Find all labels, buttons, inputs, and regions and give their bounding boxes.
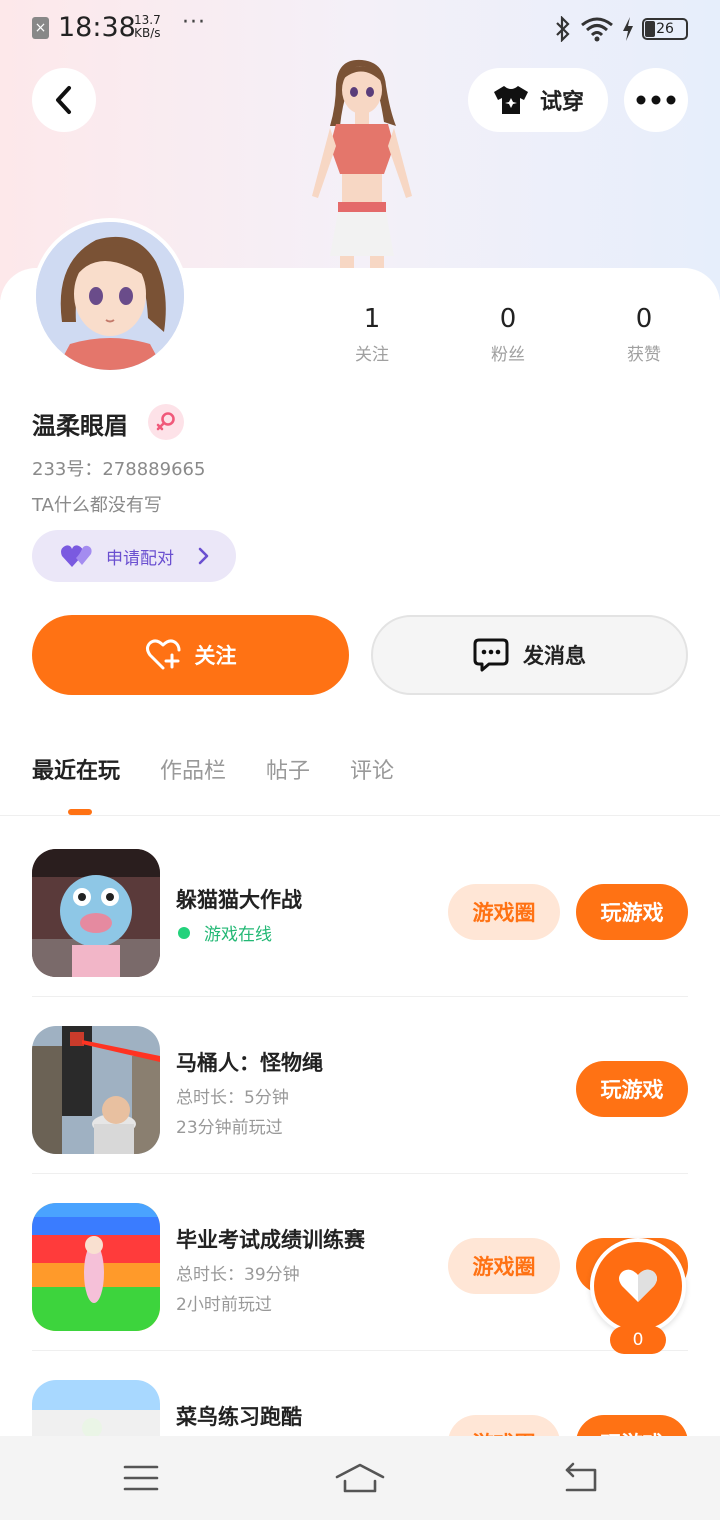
tab-recently-played[interactable]: 最近在玩 xyxy=(32,756,120,796)
back-button[interactable] xyxy=(32,68,96,132)
game-title: 躲猫猫大作战 xyxy=(176,888,302,912)
list-item[interactable]: 躲猫猫大作战 游戏在线 游戏圈 玩游戏 xyxy=(0,820,720,997)
user-id: 233号：278889665 xyxy=(32,459,206,480)
stat-label: 粉丝 xyxy=(491,345,525,365)
game-thumbnail[interactable] xyxy=(32,1203,160,1331)
home-button[interactable] xyxy=(335,1456,385,1500)
game-circle-button[interactable]: 游戏圈 xyxy=(448,1238,560,1294)
avatar[interactable] xyxy=(32,218,188,374)
game-title: 菜鸟练习跑酷 xyxy=(176,1405,302,1429)
system-navigation-bar xyxy=(0,1436,720,1520)
play-duration: 总时长：5分钟 xyxy=(176,1088,289,1108)
tshirt-icon xyxy=(493,86,528,114)
menu-button[interactable] xyxy=(116,1456,166,1500)
menu-icon xyxy=(123,1465,159,1491)
more-dots-icon xyxy=(636,95,676,105)
tabs-divider xyxy=(0,815,720,816)
follow-button[interactable]: 关注 xyxy=(32,615,349,695)
status-time: 18:38 xyxy=(58,12,136,43)
like-count: 0 xyxy=(610,1326,666,1354)
stat-likes[interactable]: 0 获赞 xyxy=(584,302,704,365)
game-thumbnail[interactable] xyxy=(32,849,160,977)
play-game-button[interactable]: 玩游戏 xyxy=(576,884,688,940)
chevron-right-icon xyxy=(198,547,209,565)
status-bar: × 18:38 13.7 KB/s ··· 26 xyxy=(0,0,720,58)
profile-stats: 1 关注 0 粉丝 0 获赞 xyxy=(300,302,720,372)
list-item[interactable]: 马桶人：怪物绳 总时长：5分钟 23分钟前玩过 玩游戏 xyxy=(0,997,720,1174)
stat-number: 1 xyxy=(363,304,381,334)
play-game-button[interactable]: 玩游戏 xyxy=(576,1061,688,1117)
online-dot-icon xyxy=(178,926,190,939)
more-options-button[interactable] xyxy=(624,68,688,132)
status-more-dots: ··· xyxy=(182,10,206,35)
tab-posts[interactable]: 帖子 xyxy=(266,756,310,796)
back-nav-button[interactable] xyxy=(554,1456,604,1500)
stat-number: 0 xyxy=(499,304,517,334)
battery-icon: 26 xyxy=(642,18,688,40)
game-title: 毕业考试成绩训练赛 xyxy=(176,1228,365,1252)
send-message-label: 发消息 xyxy=(523,644,586,668)
back-icon xyxy=(565,1462,597,1492)
stat-followers[interactable]: 0 粉丝 xyxy=(448,302,568,365)
last-played: 2小时前玩过 xyxy=(176,1295,272,1315)
heart-plus-icon xyxy=(145,639,180,670)
stat-label: 获赞 xyxy=(627,345,661,365)
female-icon xyxy=(148,404,184,440)
game-title: 马桶人：怪物绳 xyxy=(176,1051,323,1075)
tab-comments[interactable]: 评论 xyxy=(350,756,394,796)
profile-name: 温柔眼眉 xyxy=(32,412,128,440)
try-on-button[interactable]: 试穿 xyxy=(468,68,608,132)
home-icon xyxy=(335,1463,385,1493)
stat-number: 0 xyxy=(635,304,653,334)
game-thumbnail[interactable] xyxy=(32,1026,160,1154)
heart-icon xyxy=(619,1269,657,1302)
network-speed: 13.7 KB/s xyxy=(134,13,161,40)
close-icon: × xyxy=(32,17,49,39)
avatar-3d-figure xyxy=(284,56,434,270)
stat-label: 关注 xyxy=(355,345,389,365)
game-circle-button[interactable]: 游戏圈 xyxy=(448,884,560,940)
follow-label: 关注 xyxy=(194,644,237,668)
like-button[interactable] xyxy=(590,1238,686,1334)
wifi-icon xyxy=(581,17,613,42)
double-heart-icon xyxy=(61,545,92,567)
stat-following[interactable]: 1 关注 xyxy=(312,302,432,365)
user-bio: TA什么都没有写 xyxy=(32,495,162,516)
chat-bubble-icon xyxy=(473,638,509,672)
chevron-left-icon xyxy=(56,86,71,114)
online-status: 游戏在线 xyxy=(176,920,272,945)
play-duration: 总时长：39分钟 xyxy=(176,1265,300,1285)
send-message-button[interactable]: 发消息 xyxy=(371,615,688,695)
last-played: 23分钟前玩过 xyxy=(176,1118,283,1138)
tab-works[interactable]: 作品栏 xyxy=(160,756,226,796)
try-on-label: 试穿 xyxy=(539,90,584,115)
charging-icon xyxy=(623,17,633,41)
request-pair-label: 申请配对 xyxy=(106,548,174,569)
request-pair-button[interactable]: 申请配对 xyxy=(32,530,236,582)
profile-tabs: 最近在玩 作品栏 帖子 评论 xyxy=(32,756,394,796)
bluetooth-icon xyxy=(556,16,570,42)
